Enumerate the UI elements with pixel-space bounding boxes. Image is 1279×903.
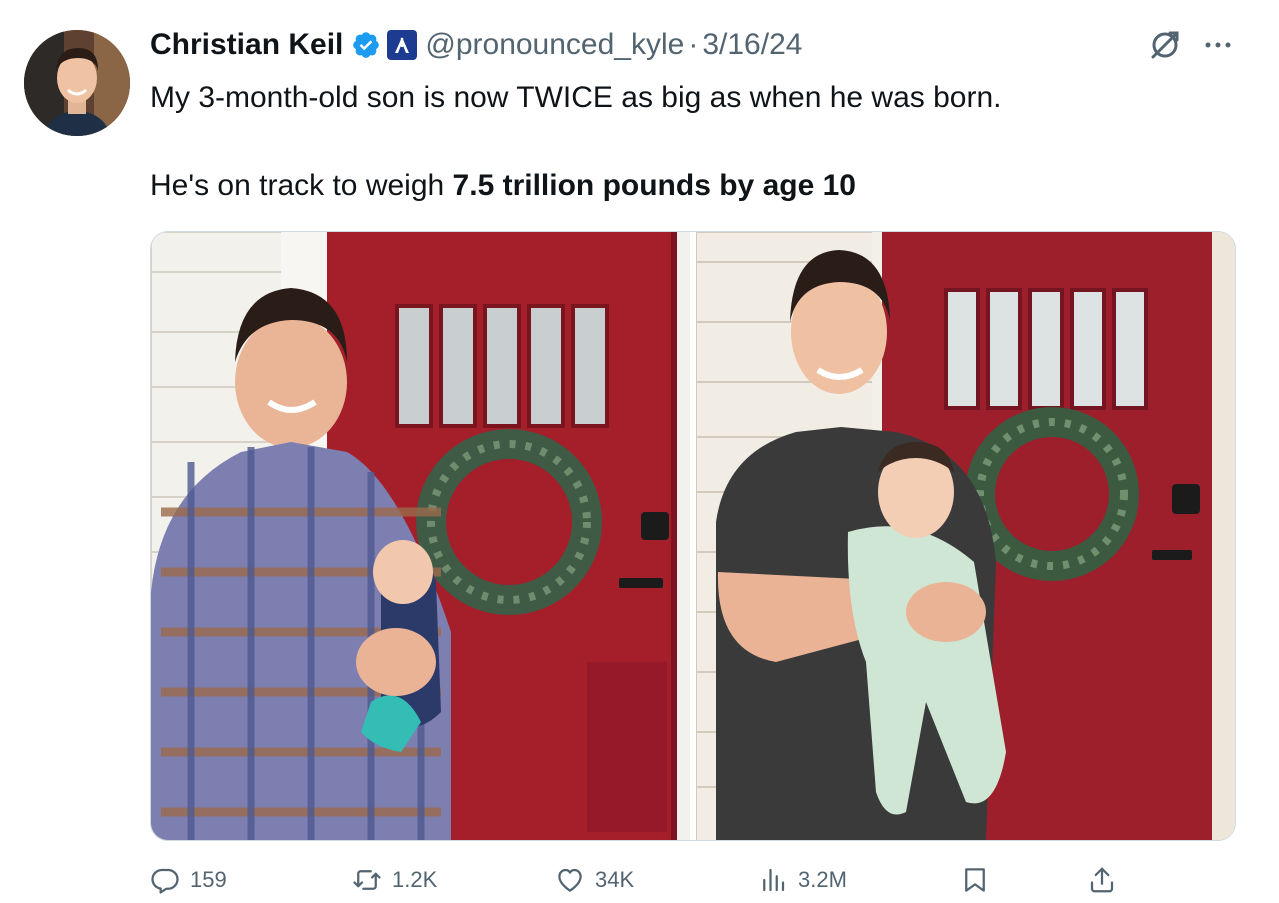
tweet-text-line-1: My 3-month-old son is now TWICE as big a… bbox=[150, 81, 1002, 114]
separator-dot: · bbox=[688, 28, 699, 61]
tweet-header: Christian Keil @pronounced_kyle · 3/16/2… bbox=[150, 24, 802, 66]
heart-icon bbox=[558, 868, 582, 892]
photo-left[interactable] bbox=[151, 232, 690, 840]
tweet-text-line-2: He's on track to weigh 7.5 trillion poun… bbox=[150, 166, 1250, 206]
views-count: 3.2M bbox=[798, 867, 847, 892]
tweet-actions: 159 1.2K 34K 3.2M bbox=[150, 860, 1236, 900]
tweet-date[interactable]: 3/16/24 bbox=[702, 28, 802, 62]
affiliation-badge-icon[interactable] bbox=[387, 30, 418, 60]
repost-count: 1.2K bbox=[392, 867, 438, 892]
tweet-media[interactable] bbox=[150, 231, 1236, 841]
views-button[interactable]: 3.2M bbox=[758, 860, 847, 900]
tweet-text-bold: 7.5 trillion pounds by age 10 bbox=[452, 169, 856, 202]
reply-icon bbox=[151, 868, 179, 894]
verified-badge-icon[interactable] bbox=[351, 30, 381, 60]
reply-button[interactable]: 159 bbox=[150, 860, 227, 900]
share-icon bbox=[1090, 867, 1114, 893]
views-chart-icon bbox=[763, 868, 785, 892]
reply-count: 159 bbox=[190, 867, 227, 892]
tweet-text: My 3-month-old son is now TWICE as big a… bbox=[150, 78, 1250, 206]
bookmark-button[interactable] bbox=[960, 860, 990, 900]
bookmark-icon bbox=[965, 868, 985, 892]
grok-icon[interactable] bbox=[1148, 28, 1182, 62]
more-options-icon[interactable] bbox=[1200, 31, 1236, 59]
photo-right[interactable] bbox=[696, 232, 1235, 840]
share-button[interactable] bbox=[1087, 860, 1117, 900]
like-count: 34K bbox=[595, 867, 635, 892]
repost-icon bbox=[353, 870, 381, 890]
tweet-text-plain: He's on track to weigh bbox=[150, 169, 453, 202]
author-avatar[interactable] bbox=[24, 30, 130, 136]
repost-button[interactable]: 1.2K bbox=[352, 860, 437, 900]
author-handle[interactable]: @pronounced_kyle bbox=[425, 28, 684, 62]
like-button[interactable]: 34K bbox=[555, 860, 634, 900]
author-display-name[interactable]: Christian Keil bbox=[150, 28, 343, 62]
avatar-photo bbox=[24, 30, 130, 136]
